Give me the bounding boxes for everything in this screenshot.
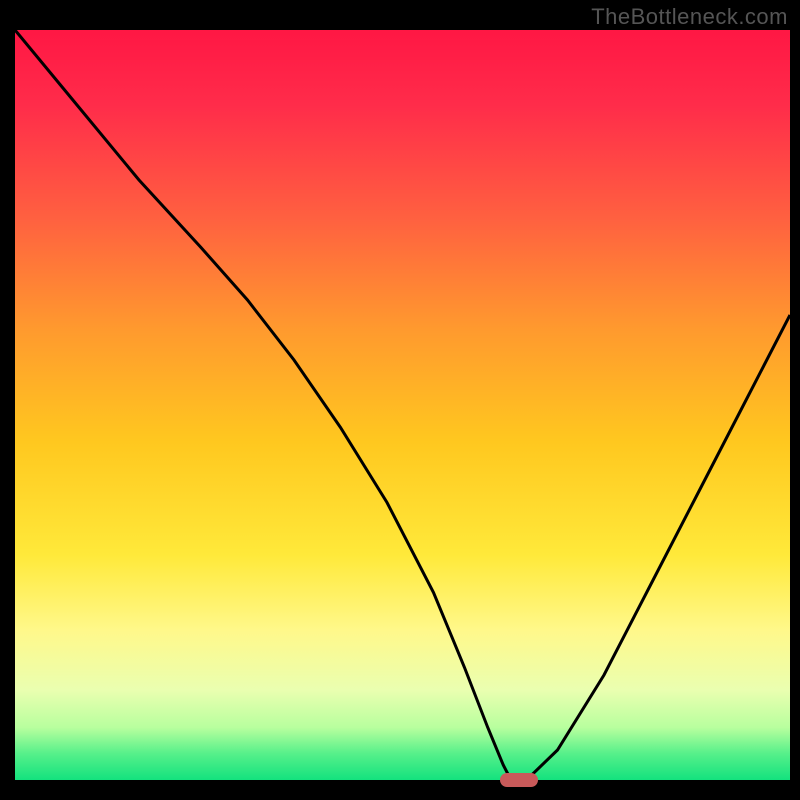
watermark-text: TheBottleneck.com [591, 4, 788, 30]
gradient-background [15, 30, 790, 780]
chart-svg [15, 30, 790, 780]
chart-frame: TheBottleneck.com [0, 0, 800, 800]
optimal-marker [500, 773, 538, 787]
plot-area [15, 30, 790, 780]
